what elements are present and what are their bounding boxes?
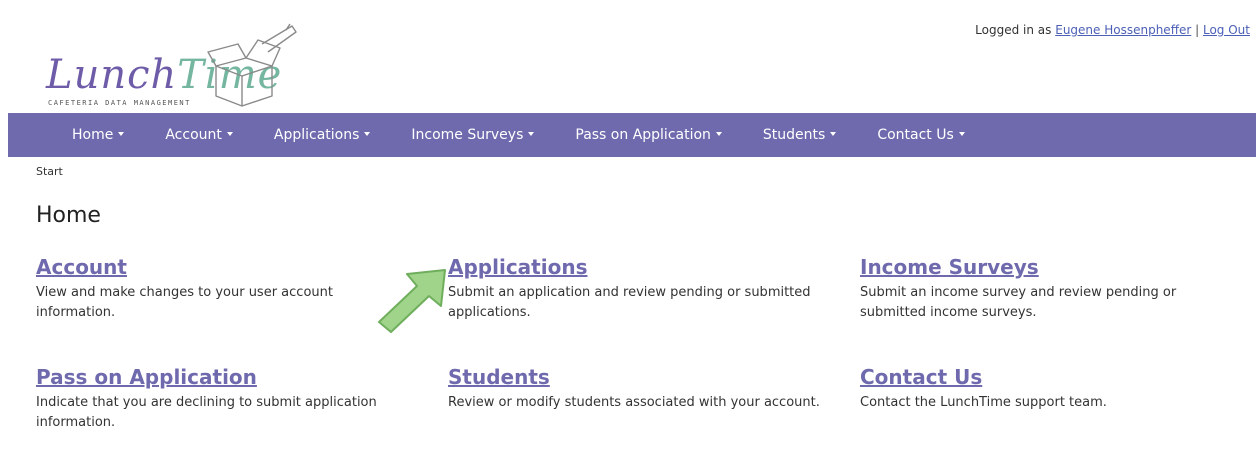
user-bar: Logged in as Eugene Hossenpheffer | Log … <box>975 23 1250 37</box>
caret-down-icon <box>528 132 535 136</box>
user-bar-separator: | <box>1195 23 1200 37</box>
nav-account-label: Account <box>165 127 222 143</box>
highlight-arrow-icon <box>378 269 446 333</box>
pass-on-application-description: Indicate that you are declining to submi… <box>36 395 377 430</box>
nav-account[interactable]: Account <box>165 127 233 143</box>
contact-us-link[interactable]: Contact Us <box>860 365 1240 389</box>
page-frame: LunchTime CAFETERIA DATA MANAGEMENT Logg… <box>8 10 1256 472</box>
logout-link[interactable]: Log Out <box>1203 23 1250 37</box>
nav-home[interactable]: Home <box>72 127 125 143</box>
nav-home-label: Home <box>72 127 114 143</box>
breadcrumb: Start <box>36 165 63 178</box>
caret-down-icon <box>958 132 965 136</box>
card-contact-us: Contact Us Contact the LunchTime support… <box>860 365 1240 413</box>
main-nav: Home Account Applications Income Surveys… <box>8 113 1256 157</box>
logged-in-label: Logged in as <box>975 23 1052 37</box>
nav-income-surveys[interactable]: Income Surveys <box>411 127 535 143</box>
caret-down-icon <box>830 132 837 136</box>
card-pass-on-application: Pass on Application Indicate that you ar… <box>36 365 416 433</box>
pass-on-application-link[interactable]: Pass on Application <box>36 365 416 389</box>
nav-students-label: Students <box>762 127 826 143</box>
account-description: View and make changes to your user accou… <box>36 285 333 320</box>
students-description: Review or modify students associated wit… <box>448 395 820 410</box>
card-account: Account View and make changes to your us… <box>36 255 416 323</box>
nav-contact-us[interactable]: Contact Us <box>877 127 965 143</box>
logo-tagline: CAFETERIA DATA MANAGEMENT <box>48 99 191 107</box>
logo-word-lunch: Lunch <box>46 52 178 98</box>
caret-down-icon <box>715 132 722 136</box>
lunchbox-icon <box>207 23 297 107</box>
nav-income-surveys-label: Income Surveys <box>411 127 524 143</box>
nav-applications-label: Applications <box>273 127 360 143</box>
lunchtime-logo[interactable]: LunchTime CAFETERIA DATA MANAGEMENT <box>38 22 298 112</box>
card-income-surveys: Income Surveys Submit an income survey a… <box>860 255 1240 323</box>
nav-pass-on-application-label: Pass on Application <box>575 127 711 143</box>
account-link[interactable]: Account <box>36 255 416 279</box>
applications-description: Submit an application and review pending… <box>448 285 811 320</box>
user-name-link[interactable]: Eugene Hossenpheffer <box>1055 23 1191 37</box>
nav-applications[interactable]: Applications <box>274 127 371 143</box>
caret-down-icon <box>118 132 125 136</box>
caret-down-icon <box>364 132 371 136</box>
card-students: Students Review or modify students assoc… <box>448 365 828 413</box>
contact-us-description: Contact the LunchTime support team. <box>860 395 1107 410</box>
nav-pass-on-application[interactable]: Pass on Application <box>575 127 722 143</box>
applications-link[interactable]: Applications <box>448 255 828 279</box>
page-title: Home <box>36 203 101 228</box>
caret-down-icon <box>226 132 233 136</box>
nav-contact-us-label: Contact Us <box>877 127 954 143</box>
card-applications: Applications Submit an application and r… <box>448 255 828 323</box>
income-surveys-link[interactable]: Income Surveys <box>860 255 1240 279</box>
income-surveys-description: Submit an income survey and review pendi… <box>860 285 1177 320</box>
nav-students[interactable]: Students <box>762 127 837 143</box>
students-link[interactable]: Students <box>448 365 828 389</box>
